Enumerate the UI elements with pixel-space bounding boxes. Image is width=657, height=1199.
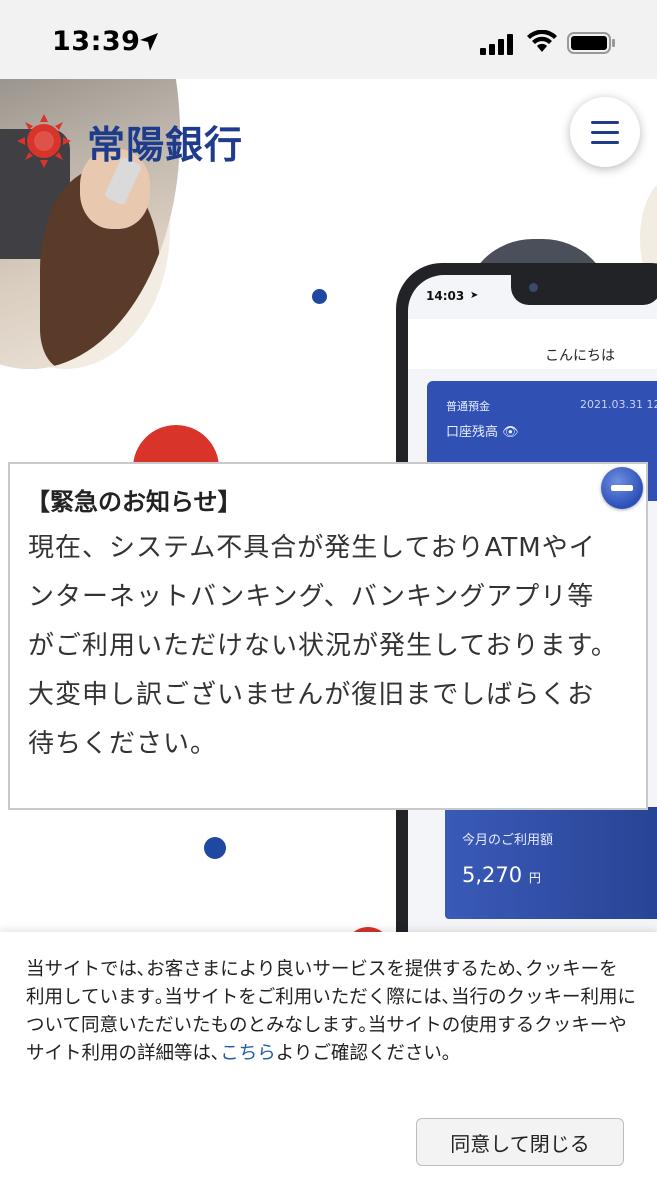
location-arrow-icon [140, 33, 158, 51]
status-time: 13:39 [52, 26, 141, 57]
hamburger-menu-icon [591, 121, 619, 124]
account-balance-label: 口座残高 👁 [446, 425, 519, 440]
cookie-text-after: よりご確認ください｡ [275, 1043, 452, 1064]
notice-body: 現在、システム不具合が発生しておりATMやインターネットバンキング、バンキングア… [28, 533, 618, 759]
page: 常陽銀行 14:03 ➤ こんにちは 普通預金 2021.03.31 12:0 … [0, 79, 657, 1199]
cookie-text: 当サイトでは､お客さまにより良いサービスを提供するため､クッキーを利用しています… [26, 956, 636, 1068]
menu-button[interactable] [570, 97, 640, 167]
app-greeting: こんにちは [545, 348, 615, 364]
location-arrow-icon: ➤ [470, 290, 479, 301]
usage-card: 今月のご利用額 5,270 円 [445, 807, 657, 919]
usage-amount: 5,270 円 [462, 863, 541, 887]
cookie-banner: 当サイトでは､お客さまにより良いサービスを提供するため､クッキーを利用しています… [0, 932, 657, 1199]
decor-dot-blue [312, 289, 327, 304]
app-time: 14:03 [426, 289, 465, 303]
app-header [408, 319, 657, 369]
account-type: 普通預金 [446, 400, 490, 413]
status-bar: 13:39 [0, 0, 657, 79]
cookie-details-link[interactable]: こちら [220, 1043, 276, 1064]
usage-label: 今月のご利用額 [462, 833, 554, 848]
wifi-icon [527, 30, 557, 52]
decor-dot-blue [204, 837, 226, 859]
emergency-notice: 【緊急のお知らせ】 現在、システム不具合が発生しておりATMやインターネットバン… [8, 462, 648, 810]
cellular-signal-icon [480, 34, 513, 55]
sun-logo-icon [17, 114, 71, 168]
phone-notch [511, 275, 657, 305]
bank-name: 常陽銀行 [87, 121, 244, 167]
usage-amount-value: 5,270 [462, 863, 523, 887]
agree-close-button[interactable]: 同意して閉じる [416, 1118, 624, 1166]
battery-icon [567, 32, 615, 54]
usage-unit: 円 [528, 871, 541, 885]
collapse-notice-button[interactable] [601, 467, 643, 509]
minus-circle-icon [611, 485, 633, 491]
account-date: 2021.03.31 12:0 [580, 398, 657, 411]
notice-title: 【緊急のお知らせ】 [26, 488, 242, 516]
bank-logo[interactable]: 常陽銀行 [15, 112, 243, 170]
